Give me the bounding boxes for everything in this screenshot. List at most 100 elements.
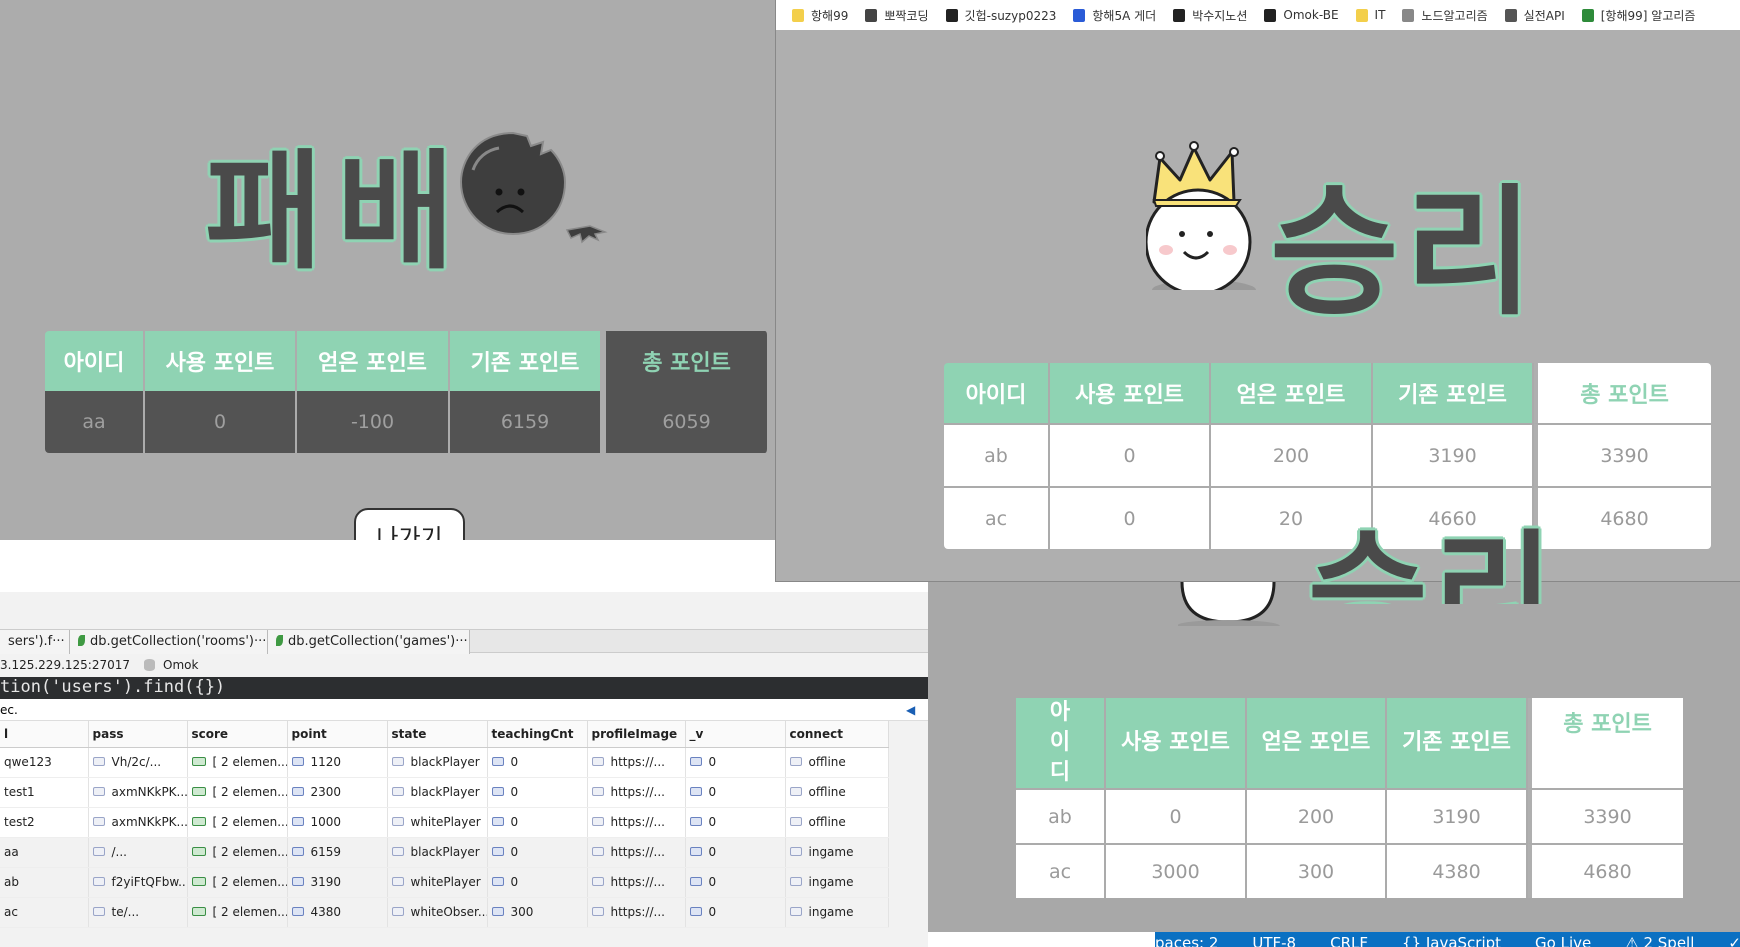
- table-cell[interactable]: f2yiFtQFbw...: [88, 867, 188, 898]
- table-cell[interactable]: te/...: [88, 897, 188, 928]
- table-cell[interactable]: https://...: [587, 777, 686, 808]
- column-header[interactable]: point: [287, 721, 388, 748]
- status-item[interactable]: ✓ Pr: [1728, 932, 1740, 947]
- win-title: 승리: [1270, 172, 1540, 335]
- column-header[interactable]: _v: [685, 721, 786, 748]
- table-cell[interactable]: offline: [785, 807, 889, 838]
- table-row[interactable]: aa/...[ 2 elemen... 6159 blackPlayer 0 https…: [0, 837, 889, 868]
- table-row[interactable]: test2 axmNKkPK...[ 2 elemen... 1000 whitePl…: [0, 807, 889, 838]
- bookmark-item[interactable]: 항해99: [792, 7, 848, 24]
- table-cell[interactable]: 4380: [287, 897, 388, 928]
- bookmark-icon: [1581, 8, 1594, 22]
- table-cell[interactable]: 1000: [287, 807, 388, 838]
- query-editor[interactable]: tion('users').find({}): [0, 677, 928, 699]
- table-cell[interactable]: 0: [685, 777, 786, 808]
- header-used-points: 사용 포인트: [145, 331, 297, 391]
- bookmark-item[interactable]: Omok-BE: [1264, 8, 1339, 22]
- table-row[interactable]: ab f2yiFtQFbw...[ 2 elemen... 3190 whitePla…: [0, 867, 889, 898]
- table-cell[interactable]: 3190: [287, 867, 388, 898]
- table-cell[interactable]: 0: [685, 837, 786, 868]
- table-cell[interactable]: 0: [685, 807, 786, 838]
- table-cell[interactable]: 6159: [287, 837, 388, 868]
- table-cell[interactable]: ingame: [785, 897, 889, 928]
- table-cell[interactable]: https://...: [587, 837, 686, 868]
- table-cell[interactable]: 0: [487, 867, 588, 898]
- table-cell[interactable]: 0: [487, 837, 588, 868]
- table-cell[interactable]: 0: [487, 777, 588, 808]
- table-cell[interactable]: ac: [0, 897, 89, 928]
- column-header[interactable]: state: [387, 721, 488, 748]
- table-cell[interactable]: 0: [685, 867, 786, 898]
- table-cell[interactable]: https://...: [587, 867, 686, 898]
- bookmark-item[interactable]: 실전API: [1504, 7, 1565, 24]
- bookmark-item[interactable]: 노드알고리즘: [1402, 7, 1488, 24]
- table-cell[interactable]: [ 2 elemen...: [187, 897, 288, 928]
- table-row[interactable]: test1 axmNKkPK...[ 2 elemen... 2300 blackPl…: [0, 777, 889, 808]
- bookmark-item[interactable]: 박수지노션: [1173, 7, 1247, 24]
- tab-rooms-query[interactable]: db.getCollection('rooms')···×: [70, 630, 268, 654]
- table-cell[interactable]: 0: [487, 747, 588, 778]
- column-header[interactable]: profileImage: [587, 721, 686, 748]
- table-cell[interactable]: 300: [487, 897, 588, 928]
- table-cell[interactable]: blackPlayer: [387, 747, 488, 778]
- status-item[interactable]: ⚠ 2 Spell: [1625, 932, 1694, 947]
- tab-games-query[interactable]: db.getCollection('games')···×: [268, 630, 470, 654]
- table-cell[interactable]: test1: [0, 777, 89, 808]
- table-cell[interactable]: [ 2 elemen...: [187, 777, 288, 808]
- column-header[interactable]: score: [187, 721, 288, 748]
- scroll-left-icon[interactable]: ◀: [906, 699, 915, 721]
- status-item[interactable]: {} JavaScript: [1402, 932, 1501, 947]
- bookmark-item[interactable]: 항해5A 게더: [1073, 7, 1156, 24]
- table-cell[interactable]: ab: [0, 867, 89, 898]
- bookmark-item[interactable]: 깃헙-suzyp0223: [945, 7, 1056, 24]
- column-header[interactable]: l: [0, 721, 89, 748]
- table-cell[interactable]: Vh/2c/...: [88, 747, 188, 778]
- table-row: ab 0 200 3190 3390: [1016, 788, 1683, 843]
- table-cell[interactable]: ingame: [785, 867, 889, 898]
- field-type-icon: [591, 817, 604, 826]
- table-cell[interactable]: offline: [785, 777, 889, 808]
- table-cell[interactable]: 2300: [287, 777, 388, 808]
- table-row[interactable]: qwe123 Vh/2c/...[ 2 elemen... 1120 blackPla…: [0, 747, 889, 778]
- table-cell[interactable]: https://...: [587, 897, 686, 928]
- table-cell[interactable]: /...: [88, 837, 188, 868]
- table-cell[interactable]: qwe123: [0, 747, 89, 778]
- table-cell[interactable]: test2: [0, 807, 89, 838]
- table-cell[interactable]: offline: [785, 747, 889, 778]
- status-item[interactable]: UTF-8: [1252, 932, 1296, 947]
- status-item[interactable]: Go Live: [1535, 932, 1591, 947]
- table-cell[interactable]: 0: [487, 807, 588, 838]
- table-cell[interactable]: [ 2 elemen...: [187, 807, 288, 838]
- column-header[interactable]: teachingCnt: [487, 721, 588, 748]
- bookmark-item[interactable]: IT: [1355, 8, 1385, 22]
- status-item[interactable]: CRLF: [1330, 932, 1368, 947]
- tab-users-query[interactable]: sers').f···×: [0, 630, 70, 654]
- bookmark-item[interactable]: [항해99] 알고리즘: [1581, 7, 1695, 24]
- cell-id: ab: [1016, 788, 1106, 843]
- column-header[interactable]: connect: [785, 721, 889, 748]
- table-cell[interactable]: 1120: [287, 747, 388, 778]
- table-cell[interactable]: blackPlayer: [387, 837, 488, 868]
- status-item[interactable]: paces: 2: [1155, 932, 1218, 947]
- table-cell[interactable]: axmNKkPK...: [88, 777, 188, 808]
- table-cell[interactable]: whitePlayer: [387, 807, 488, 838]
- table-cell[interactable]: whiteObser...: [387, 897, 488, 928]
- table-row[interactable]: ac te/...[ 2 elemen... 4380 whiteObser... 30…: [0, 897, 889, 928]
- column-header[interactable]: pass: [88, 721, 188, 748]
- table-cell[interactable]: https://...: [587, 807, 686, 838]
- header-earned-points: 얻은 포인트: [297, 331, 450, 391]
- cell-previous-points: 3190: [1387, 788, 1528, 843]
- table-cell[interactable]: https://...: [587, 747, 686, 778]
- table-cell[interactable]: blackPlayer: [387, 777, 488, 808]
- table-cell[interactable]: ingame: [785, 837, 889, 868]
- table-cell[interactable]: axmNKkPK...: [88, 807, 188, 838]
- table-cell[interactable]: [ 2 elemen...: [187, 747, 288, 778]
- table-cell[interactable]: aa: [0, 837, 89, 868]
- field-type-icon: [789, 877, 802, 886]
- bookmark-item[interactable]: 뽀짝코딩: [865, 7, 929, 24]
- table-cell[interactable]: whitePlayer: [387, 867, 488, 898]
- table-cell[interactable]: [ 2 elemen...: [187, 837, 288, 868]
- table-cell[interactable]: [ 2 elemen...: [187, 867, 288, 898]
- table-cell[interactable]: 0: [685, 747, 786, 778]
- table-cell[interactable]: 0: [685, 897, 786, 928]
